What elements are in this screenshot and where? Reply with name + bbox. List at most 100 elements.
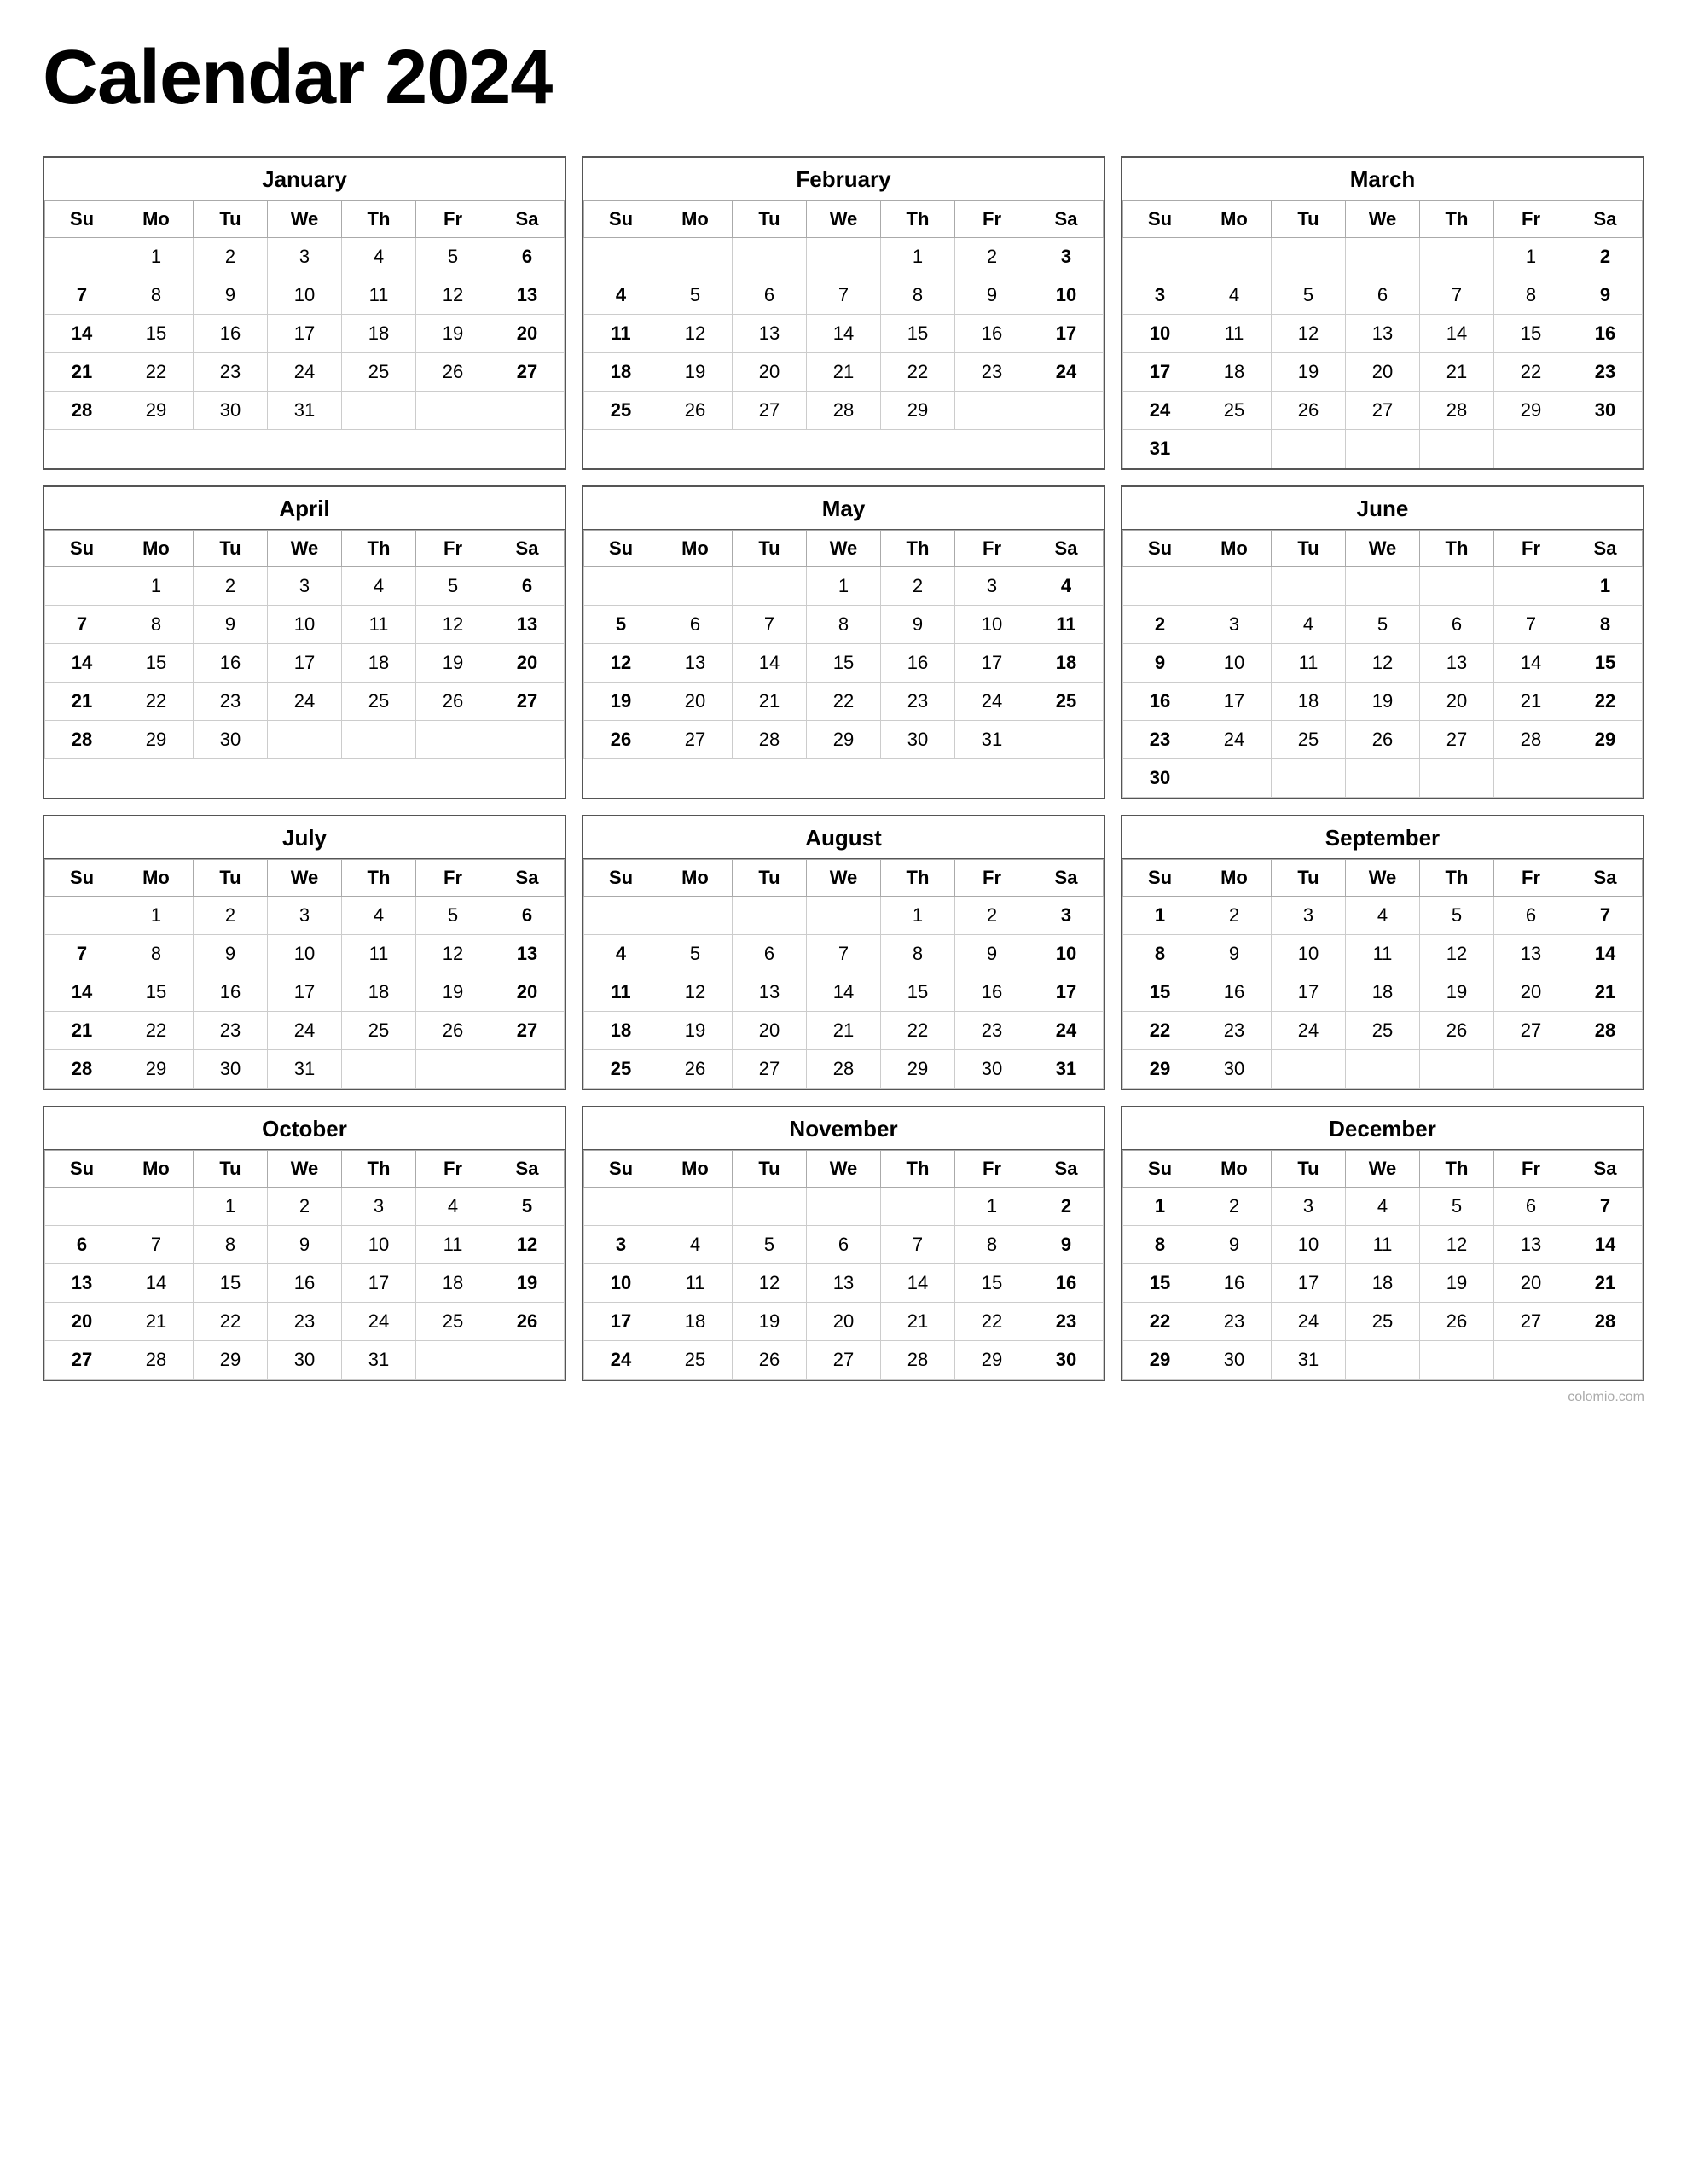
calendar-day[interactable]: 26 (1420, 1012, 1494, 1050)
calendar-day[interactable]: 13 (490, 606, 565, 644)
calendar-day[interactable]: 20 (733, 1012, 807, 1050)
calendar-day[interactable]: 10 (955, 606, 1029, 644)
calendar-day[interactable]: 26 (658, 392, 733, 430)
calendar-day[interactable] (807, 238, 881, 276)
calendar-day[interactable]: 13 (1420, 644, 1494, 682)
calendar-day[interactable]: 18 (1029, 644, 1104, 682)
calendar-day[interactable]: 30 (1568, 392, 1643, 430)
calendar-day[interactable]: 28 (881, 1341, 955, 1380)
calendar-day[interactable]: 12 (416, 935, 490, 973)
calendar-day[interactable]: 9 (1197, 1226, 1272, 1264)
calendar-day[interactable]: 27 (658, 721, 733, 759)
calendar-day[interactable]: 2 (194, 567, 268, 606)
calendar-day[interactable]: 22 (1494, 353, 1568, 392)
calendar-day[interactable]: 26 (733, 1341, 807, 1380)
calendar-day[interactable]: 9 (1029, 1226, 1104, 1264)
calendar-day[interactable]: 3 (268, 567, 342, 606)
calendar-day[interactable] (1494, 1050, 1568, 1089)
calendar-day[interactable] (658, 238, 733, 276)
calendar-day[interactable]: 22 (119, 1012, 194, 1050)
calendar-day[interactable]: 4 (1346, 897, 1420, 935)
calendar-day[interactable]: 3 (584, 1226, 658, 1264)
calendar-day[interactable]: 8 (194, 1226, 268, 1264)
calendar-day[interactable] (1272, 238, 1346, 276)
calendar-day[interactable]: 27 (1420, 721, 1494, 759)
calendar-day[interactable]: 28 (1494, 721, 1568, 759)
calendar-day[interactable]: 11 (658, 1264, 733, 1303)
calendar-day[interactable]: 2 (1123, 606, 1197, 644)
calendar-day[interactable]: 5 (490, 1188, 565, 1226)
calendar-day[interactable]: 10 (268, 935, 342, 973)
calendar-day[interactable]: 29 (1568, 721, 1643, 759)
calendar-day[interactable]: 26 (584, 721, 658, 759)
calendar-day[interactable]: 14 (807, 973, 881, 1012)
calendar-day[interactable]: 28 (807, 392, 881, 430)
calendar-day[interactable]: 1 (119, 897, 194, 935)
calendar-day[interactable]: 27 (45, 1341, 119, 1380)
calendar-day[interactable] (45, 567, 119, 606)
calendar-day[interactable]: 23 (194, 353, 268, 392)
calendar-day[interactable]: 24 (584, 1341, 658, 1380)
calendar-day[interactable]: 28 (733, 721, 807, 759)
calendar-day[interactable] (1123, 238, 1197, 276)
calendar-day[interactable]: 31 (1123, 430, 1197, 468)
calendar-day[interactable]: 17 (1272, 1264, 1346, 1303)
calendar-day[interactable]: 22 (881, 1012, 955, 1050)
calendar-day[interactable]: 5 (733, 1226, 807, 1264)
calendar-day[interactable]: 17 (1123, 353, 1197, 392)
calendar-day[interactable]: 8 (955, 1226, 1029, 1264)
calendar-day[interactable]: 10 (1029, 276, 1104, 315)
calendar-day[interactable] (45, 238, 119, 276)
calendar-day[interactable] (1272, 759, 1346, 798)
calendar-day[interactable]: 20 (490, 644, 565, 682)
calendar-day[interactable]: 17 (268, 315, 342, 353)
calendar-day[interactable]: 16 (1197, 1264, 1272, 1303)
calendar-day[interactable]: 6 (658, 606, 733, 644)
calendar-day[interactable]: 28 (1420, 392, 1494, 430)
calendar-day[interactable]: 29 (881, 392, 955, 430)
calendar-day[interactable] (584, 897, 658, 935)
calendar-day[interactable]: 8 (119, 606, 194, 644)
calendar-day[interactable]: 23 (1197, 1303, 1272, 1341)
calendar-day[interactable]: 28 (807, 1050, 881, 1089)
calendar-day[interactable]: 28 (45, 392, 119, 430)
calendar-day[interactable] (342, 721, 416, 759)
calendar-day[interactable]: 27 (490, 682, 565, 721)
calendar-day[interactable]: 17 (268, 644, 342, 682)
calendar-day[interactable]: 22 (1123, 1303, 1197, 1341)
calendar-day[interactable]: 24 (1029, 1012, 1104, 1050)
calendar-day[interactable]: 27 (733, 1050, 807, 1089)
calendar-day[interactable] (881, 1188, 955, 1226)
calendar-day[interactable]: 11 (584, 315, 658, 353)
calendar-day[interactable]: 10 (268, 606, 342, 644)
calendar-day[interactable]: 9 (1568, 276, 1643, 315)
calendar-day[interactable] (1123, 567, 1197, 606)
calendar-day[interactable]: 20 (733, 353, 807, 392)
calendar-day[interactable]: 30 (268, 1341, 342, 1380)
calendar-day[interactable]: 4 (584, 935, 658, 973)
calendar-day[interactable]: 7 (45, 606, 119, 644)
calendar-day[interactable]: 7 (881, 1226, 955, 1264)
calendar-day[interactable]: 9 (194, 935, 268, 973)
calendar-day[interactable]: 4 (342, 238, 416, 276)
calendar-day[interactable] (490, 1050, 565, 1089)
calendar-day[interactable]: 9 (194, 276, 268, 315)
calendar-day[interactable]: 30 (1029, 1341, 1104, 1380)
calendar-day[interactable]: 26 (416, 353, 490, 392)
calendar-day[interactable] (1272, 430, 1346, 468)
calendar-day[interactable]: 17 (1197, 682, 1272, 721)
calendar-day[interactable]: 12 (416, 606, 490, 644)
calendar-day[interactable]: 20 (658, 682, 733, 721)
calendar-day[interactable]: 5 (584, 606, 658, 644)
calendar-day[interactable]: 24 (1272, 1012, 1346, 1050)
calendar-day[interactable] (1568, 1050, 1643, 1089)
calendar-day[interactable]: 14 (1420, 315, 1494, 353)
calendar-day[interactable]: 1 (1494, 238, 1568, 276)
calendar-day[interactable]: 24 (342, 1303, 416, 1341)
calendar-day[interactable] (658, 567, 733, 606)
calendar-day[interactable]: 6 (807, 1226, 881, 1264)
calendar-day[interactable] (1568, 759, 1643, 798)
calendar-day[interactable]: 17 (584, 1303, 658, 1341)
calendar-day[interactable]: 6 (1420, 606, 1494, 644)
calendar-day[interactable]: 15 (807, 644, 881, 682)
